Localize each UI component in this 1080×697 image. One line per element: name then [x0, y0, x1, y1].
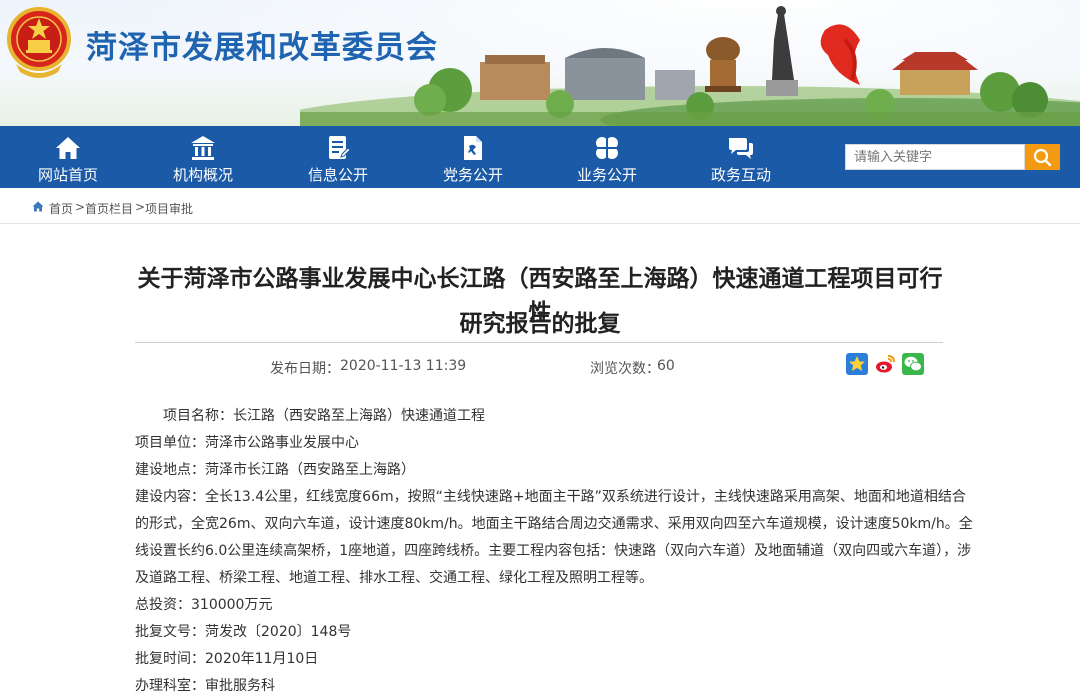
view-count-label: 浏览次数： — [590, 361, 660, 377]
body-content-line-3: 线设置长约6.0公里连续高架桥，1座地道，四座跨线桥。主要工程内容包括：快速路（… — [135, 543, 972, 559]
nav-item-interaction[interactable]: 政务互动 — [686, 126, 796, 188]
body-location: 建设地点：菏泽市长江路（西安路至上海路） — [135, 462, 415, 478]
wechat-icon — [904, 356, 922, 372]
clover-icon — [596, 137, 618, 159]
body-content-line-2: 的形式，全宽26m、双向六车道，设计速度80km/h。地面主干路结合周边交通需求… — [135, 516, 973, 532]
nav-item-label: 信息公开 — [307, 166, 368, 184]
nav-item-label: 业务公开 — [576, 166, 637, 184]
nav-item-info-disclosure[interactable]: 信息公开 — [283, 126, 393, 188]
share-qzone-button[interactable] — [846, 353, 868, 375]
body-content-line-1: 建设内容：全长13.4公里，红线宽度66m，按照“主线快速路+地面主干路”双系统… — [135, 489, 966, 505]
breadcrumb-home-link[interactable]: 首页 — [49, 200, 73, 217]
body-total-investment: 总投资：310000万元 — [135, 597, 273, 613]
nav-item-label: 政务互动 — [710, 166, 771, 184]
nav-item-business-disclosure[interactable]: 业务公开 — [552, 126, 662, 188]
building-icon — [191, 136, 215, 160]
nav-item-label: 网站首页 — [37, 166, 98, 184]
title-divider — [135, 342, 943, 343]
publish-date-value: 2020-11-13 11:39 — [340, 358, 467, 374]
party-doc-icon — [464, 136, 482, 160]
body-content-line-4: 及道路工程、桥梁工程、地道工程、排水工程、交通工程、绿化工程及照明工程等。 — [135, 570, 653, 586]
national-emblem-icon — [7, 7, 71, 78]
header-banner: 菏泽市发展和改革委员会 — [0, 0, 1080, 126]
chat-icon — [729, 138, 753, 159]
nav-item-organization[interactable]: 机构概况 — [148, 126, 258, 188]
share-wechat-button[interactable] — [902, 353, 924, 375]
view-count-value: 60 — [657, 358, 675, 374]
nav-item-label: 党务公开 — [442, 166, 503, 184]
article-title-line-2: 研究报告的批复 — [459, 311, 621, 337]
weibo-icon — [876, 355, 895, 373]
home-icon — [56, 137, 80, 159]
document-icon — [329, 136, 351, 159]
search-button[interactable] — [1025, 144, 1060, 170]
banner-scenery-illustration — [300, 6, 1080, 126]
home-icon — [32, 201, 44, 212]
search-input[interactable] — [845, 144, 1025, 170]
breadcrumb-current[interactable]: 项目审批 — [145, 200, 193, 217]
body-approval-date: 批复时间：2020年11月10日 — [135, 651, 319, 667]
breadcrumb-separator: > — [135, 200, 146, 214]
breadcrumb-column-link[interactable]: 首页栏目 — [85, 200, 133, 217]
qzone-icon — [849, 356, 865, 371]
body-department: 办理科室：审批服务科 — [135, 678, 275, 694]
publish-date-label: 发布日期： — [270, 361, 340, 377]
nav-item-home[interactable]: 网站首页 — [13, 126, 123, 188]
body-approval-number: 批复文号：菏发改〔2020〕148号 — [135, 624, 352, 640]
search-icon — [1033, 148, 1052, 167]
share-weibo-button[interactable] — [874, 353, 896, 375]
body-project-unit: 项目单位：菏泽市公路事业发展中心 — [135, 435, 359, 451]
nav-item-party-affairs[interactable]: 党务公开 — [418, 126, 528, 188]
breadcrumb-separator: > — [75, 200, 86, 214]
nav-item-label: 机构概况 — [172, 166, 233, 184]
body-project-name: 项目名称：长江路（西安路至上海路）快速通道工程 — [163, 408, 485, 424]
